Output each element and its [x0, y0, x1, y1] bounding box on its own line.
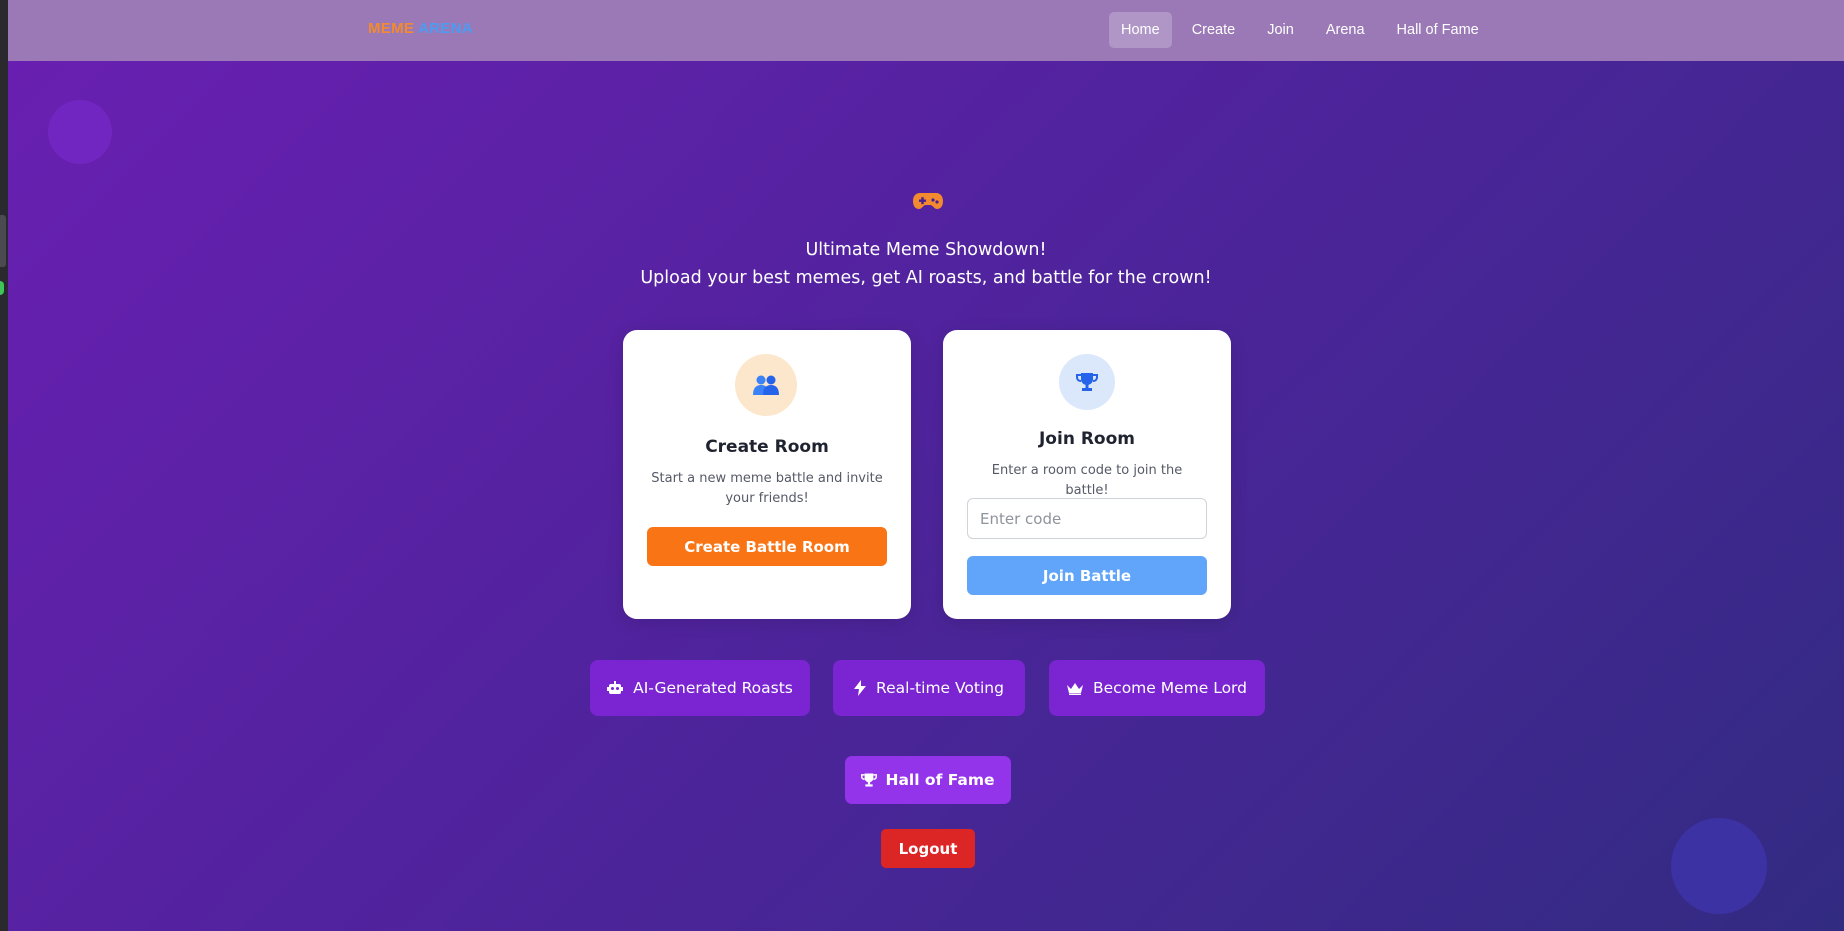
- hero-tagline: Ultimate Meme Showdown! Upload your best…: [8, 236, 1844, 292]
- brand-word-meme: MEME: [368, 20, 415, 37]
- join-room-title: Join Room: [1038, 429, 1135, 449]
- nav-create[interactable]: Create: [1180, 12, 1248, 48]
- hero-subheadline: Upload your best memes, get AI roasts, a…: [640, 268, 1212, 288]
- people-icon: [735, 354, 797, 416]
- hall-of-fame-label: Hall of Fame: [885, 771, 995, 789]
- hall-of-fame-button[interactable]: Hall of Fame: [845, 756, 1011, 804]
- navbar: MEME ARENA Home Create Join Arena Hall o…: [8, 0, 1844, 61]
- nav-arena[interactable]: Arena: [1314, 12, 1377, 48]
- crown-icon: [1067, 682, 1083, 695]
- trophy-icon: [1059, 354, 1115, 410]
- nav-join[interactable]: Join: [1255, 12, 1306, 48]
- create-room-description: Start a new meme battle and invite your …: [651, 471, 883, 506]
- create-battle-room-button[interactable]: Create Battle Room: [647, 527, 887, 566]
- create-room-card: Create Room Start a new meme battle and …: [623, 330, 911, 619]
- window-edge: [0, 0, 8, 931]
- feature-label: Real-time Voting: [876, 679, 1004, 697]
- robot-icon: [607, 681, 624, 694]
- hero-headline: Ultimate Meme Showdown!: [805, 240, 1047, 260]
- join-battle-button[interactable]: Join Battle: [967, 556, 1207, 595]
- join-room-description: Enter a room code to join the battle!: [991, 463, 1183, 498]
- edge-tab: [0, 215, 6, 267]
- create-room-title: Create Room: [705, 437, 829, 457]
- page: MEME ARENA Home Create Join Arena Hall o…: [8, 0, 1844, 931]
- brand-logo[interactable]: MEME ARENA: [368, 20, 473, 37]
- trophy-icon: [861, 773, 878, 787]
- join-room-card: Join Room Enter a room code to join the …: [943, 330, 1231, 619]
- main-nav: Home Create Join Arena Hall of Fame: [1109, 12, 1499, 48]
- feature-become-meme-lord[interactable]: Become Meme Lord: [1049, 660, 1265, 716]
- lightning-icon: [854, 680, 867, 696]
- brand-word-arena: ARENA: [418, 20, 473, 37]
- feature-realtime-voting[interactable]: Real-time Voting: [833, 660, 1025, 716]
- decorative-bubble: [1671, 818, 1767, 914]
- decorative-bubble: [48, 100, 112, 164]
- gamepad-icon: [913, 193, 943, 209]
- feature-label: Become Meme Lord: [1093, 679, 1247, 697]
- room-code-input[interactable]: [967, 498, 1207, 539]
- logout-button[interactable]: Logout: [881, 829, 975, 868]
- feature-label: AI-Generated Roasts: [633, 679, 793, 697]
- feature-ai-roasts[interactable]: AI-Generated Roasts: [590, 660, 810, 716]
- nav-hall-of-fame[interactable]: Hall of Fame: [1385, 12, 1491, 48]
- edge-status-indicator: [0, 281, 4, 295]
- nav-home[interactable]: Home: [1109, 12, 1172, 48]
